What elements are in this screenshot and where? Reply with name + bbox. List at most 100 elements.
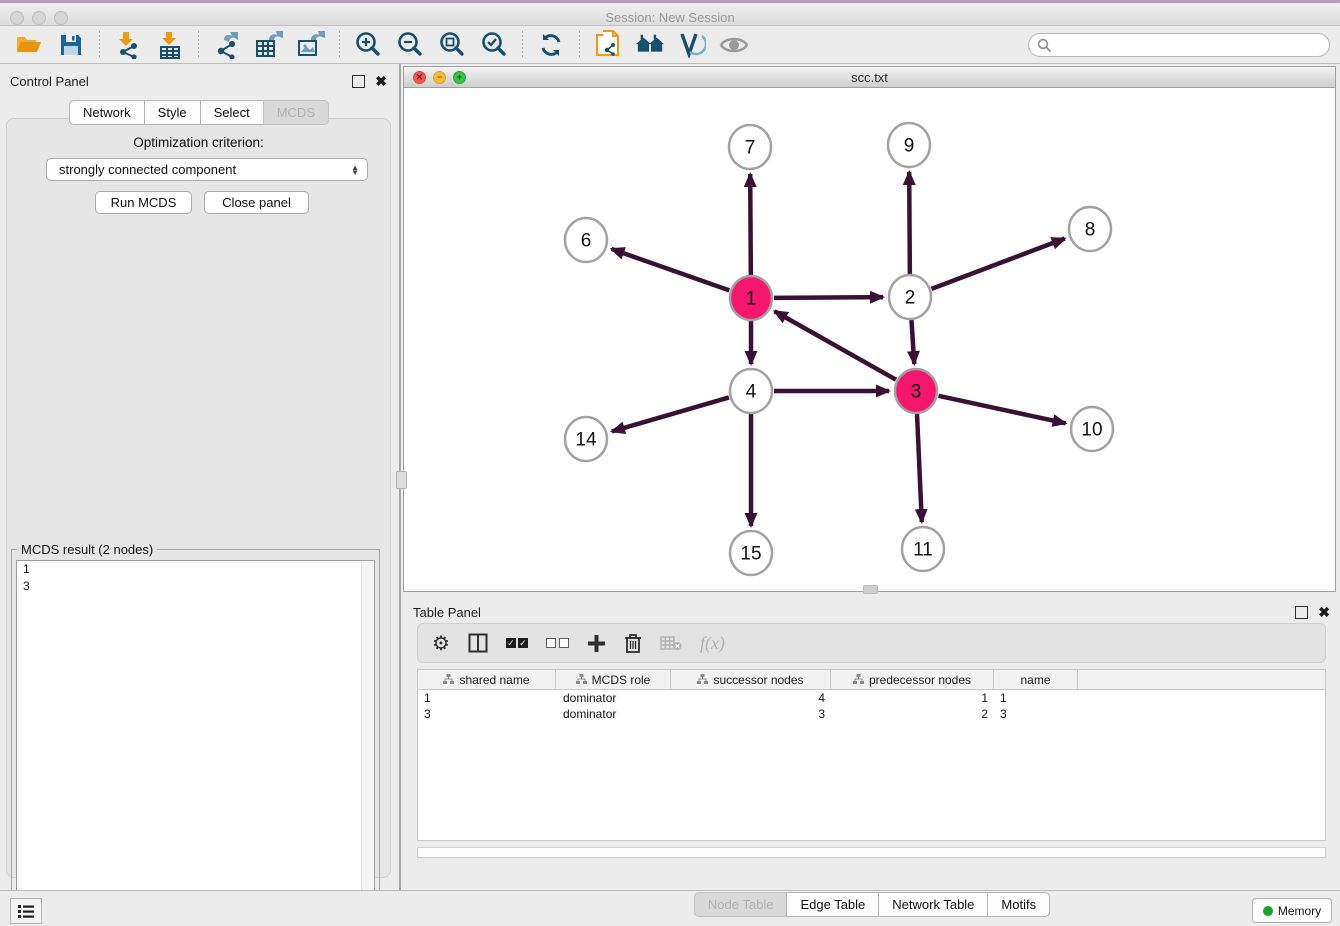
table-header-row: shared name MCDS role successor nodes pr… — [418, 670, 1325, 690]
column-header-shared-name[interactable]: shared name — [418, 670, 556, 689]
open-folder-icon[interactable] — [14, 30, 44, 60]
export-network-icon[interactable] — [212, 30, 242, 60]
main-titlebar: Session: New Session — [0, 3, 1340, 26]
tab-mcds[interactable]: MCDS — [263, 100, 329, 125]
tab-select[interactable]: Select — [200, 100, 264, 125]
graph-node-label: 10 — [1081, 420, 1102, 441]
criterion-value: strongly connected component — [59, 162, 236, 177]
control-panel: Control Panel ✖ Network Style Select MCD… — [0, 64, 397, 890]
hierarchy-icon — [697, 674, 708, 685]
mcds-result-item[interactable]: 3 — [17, 578, 374, 595]
zoom-fit-icon[interactable] — [437, 30, 467, 60]
graph-edge-1-2[interactable] — [774, 297, 883, 298]
graph-edge-1-6[interactable] — [611, 249, 729, 290]
close-panel-button[interactable]: Close panel — [204, 191, 309, 214]
control-panel-header: Control Panel ✖ — [0, 64, 397, 94]
scrollbar-track[interactable] — [361, 562, 373, 922]
tab-motifs[interactable]: Motifs — [987, 892, 1050, 917]
table-toolbar: ⚙ ✓✓ f(x) — [417, 623, 1326, 663]
tab-network-table[interactable]: Network Table — [878, 892, 988, 917]
graph-edge-2-8[interactable] — [932, 239, 1065, 289]
mcds-panel: Optimization criterion: strongly connect… — [6, 118, 391, 878]
cell-mcds-role[interactable]: dominator — [556, 707, 671, 721]
table-tabbar: Node Table Edge Table Network Table Moti… — [403, 892, 1340, 917]
criterion-dropdown[interactable]: strongly connected component ▲▼ — [46, 158, 368, 181]
cell-name[interactable]: 3 — [994, 707, 1078, 721]
export-table-icon[interactable] — [254, 30, 284, 60]
graph-node-label: 1 — [746, 289, 757, 310]
tab-node-table[interactable]: Node Table — [694, 892, 788, 917]
zoom-out-icon[interactable] — [395, 30, 425, 60]
cell-shared-name[interactable]: 1 — [418, 691, 556, 705]
float-panel-icon[interactable] — [352, 75, 365, 88]
search-icon — [1037, 38, 1052, 53]
cell-successor-nodes[interactable]: 3 — [671, 707, 831, 721]
graph-edge-3-1[interactable] — [775, 311, 896, 379]
network-file-icon[interactable] — [593, 30, 623, 60]
column-header-mcds-role[interactable]: MCDS role — [556, 670, 671, 689]
vizmapper-icon[interactable] — [677, 30, 707, 60]
search-input[interactable] — [1028, 33, 1330, 57]
export-image-icon[interactable] — [296, 30, 326, 60]
mcds-result-group: MCDS result (2 nodes) 1 3 — [11, 549, 380, 926]
graph-edge-4-14[interactable] — [612, 397, 729, 431]
refresh-icon[interactable] — [536, 30, 566, 60]
hierarchy-icon — [443, 674, 454, 685]
cell-predecessor-nodes[interactable]: 1 — [831, 691, 994, 705]
table-row[interactable]: 1 dominator 4 1 1 — [418, 690, 1325, 706]
add-column-icon[interactable] — [587, 634, 606, 653]
table-row[interactable]: 3 dominator 3 2 3 — [418, 706, 1325, 722]
horizontal-splitter-grip[interactable] — [863, 585, 878, 594]
hierarchy-icon — [576, 674, 587, 685]
select-all-checkboxes-icon[interactable]: ✓✓ — [506, 638, 528, 648]
graph-node-label: 2 — [905, 288, 916, 309]
deselect-checkboxes-icon[interactable] — [546, 638, 569, 648]
tab-style[interactable]: Style — [144, 100, 201, 125]
graph-edge-2-9[interactable] — [909, 172, 910, 274]
tab-edge-table[interactable]: Edge Table — [786, 892, 879, 917]
float-panel-icon[interactable] — [1295, 606, 1308, 619]
mcds-result-item[interactable]: 1 — [17, 561, 374, 578]
table-scrollbar-track[interactable] — [417, 847, 1326, 858]
split-columns-icon[interactable] — [468, 633, 488, 653]
task-history-button[interactable] — [10, 898, 42, 924]
network-window-titlebar[interactable]: ✕ − + scc.txt — [404, 67, 1335, 88]
vertical-splitter-grip[interactable] — [396, 471, 407, 489]
graph-edge-3-10[interactable] — [938, 396, 1065, 423]
graph-node-label: 11 — [913, 540, 933, 561]
close-panel-icon[interactable]: ✖ — [1318, 607, 1330, 618]
graph-edge-2-3[interactable] — [911, 320, 914, 364]
zoom-selected-icon[interactable] — [479, 30, 509, 60]
table-panel: Table Panel ✖ ⚙ ✓✓ f(x) shared name — [403, 595, 1340, 890]
toolbar-separator — [579, 31, 580, 59]
run-mcds-button[interactable]: Run MCDS — [95, 191, 192, 214]
graph-edge-3-11[interactable] — [917, 414, 922, 522]
tab-network[interactable]: Network — [69, 100, 145, 125]
mcds-result-list[interactable]: 1 3 — [16, 560, 375, 924]
save-icon[interactable] — [56, 30, 86, 60]
window-title: Session: New Session — [0, 10, 1340, 25]
cell-mcds-role[interactable]: dominator — [556, 691, 671, 705]
delete-column-icon[interactable] — [624, 633, 642, 654]
graph-edge-1-7[interactable] — [750, 174, 751, 275]
column-header-name[interactable]: name — [994, 670, 1078, 689]
graph-node-label: 3 — [911, 382, 922, 403]
home-icon[interactable] — [635, 30, 665, 60]
cell-predecessor-nodes[interactable]: 2 — [831, 707, 994, 721]
cell-name[interactable]: 1 — [994, 691, 1078, 705]
node-table[interactable]: shared name MCDS role successor nodes pr… — [417, 669, 1326, 841]
column-header-predecessor-nodes[interactable]: predecessor nodes — [831, 670, 994, 689]
close-panel-icon[interactable]: ✖ — [375, 76, 387, 87]
import-table-icon[interactable] — [155, 30, 185, 60]
settings-gear-icon[interactable]: ⚙ — [432, 631, 450, 656]
graph-node-label: 6 — [581, 231, 592, 252]
eye-icon[interactable] — [719, 30, 749, 60]
table-panel-header: Table Panel ✖ — [403, 595, 1340, 625]
network-canvas[interactable]: 7968124314101511 — [404, 88, 1335, 591]
zoom-in-icon[interactable] — [353, 30, 383, 60]
task-list-icon — [17, 903, 35, 919]
import-network-icon[interactable] — [113, 30, 143, 60]
column-header-successor-nodes[interactable]: successor nodes — [671, 670, 831, 689]
cell-shared-name[interactable]: 3 — [418, 707, 556, 721]
cell-successor-nodes[interactable]: 4 — [671, 691, 831, 705]
